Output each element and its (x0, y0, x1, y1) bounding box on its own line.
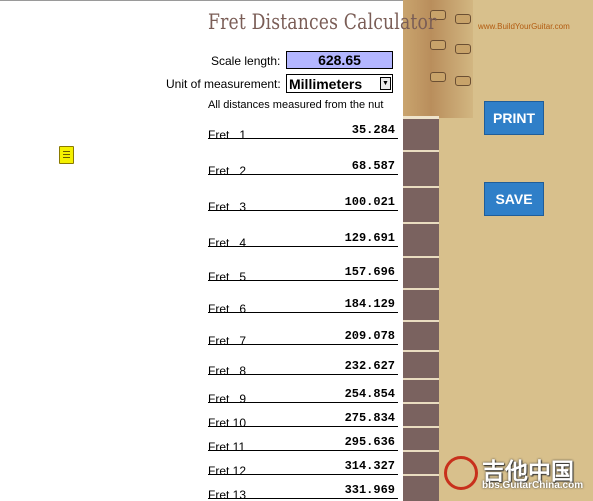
fret-wire (403, 402, 439, 404)
scale-length-input[interactable]: 628.65 (286, 51, 393, 69)
fret-wire (403, 350, 439, 352)
fret-row: 184.129 Fret 6 (208, 293, 398, 323)
fret-wire (403, 150, 439, 152)
fret-row: 100.021 Fret 3 (208, 191, 398, 221)
fret-label: Fret 7 (208, 334, 247, 348)
page: www.BuildYourGuitar.com PRINT SAVE Fret … (0, 0, 593, 501)
fret-distance-value: 275.834 (344, 411, 395, 425)
unit-label: Unit of measurement: (166, 77, 281, 91)
page-title: Fret Distances Calculator (208, 10, 437, 34)
fret-wire (403, 186, 439, 188)
distance-note: All distances measured from the nut (208, 99, 384, 111)
print-button[interactable]: PRINT (484, 101, 544, 135)
fret-wire (403, 474, 439, 476)
fret-row: 35.284 Fret 1 (208, 119, 398, 149)
fret-wire (403, 320, 439, 322)
fret-label: Fret 12 (208, 464, 247, 478)
fret-distance-value: 157.696 (344, 265, 395, 279)
tuner-peg-icon (430, 72, 446, 82)
tuner-peg-icon (430, 40, 446, 50)
fret-label: Fret 6 (208, 302, 247, 316)
unit-select-value: Millimeters (289, 75, 363, 92)
fret-distance-value: 295.636 (344, 435, 395, 449)
fret-label: Fret 2 (208, 164, 247, 178)
fret-distance-value: 184.129 (344, 297, 395, 311)
fret-distance-value: 129.691 (344, 231, 395, 245)
fret-wire (403, 450, 439, 452)
tuner-peg-icon (455, 14, 471, 24)
fret-label: Fret 13 (208, 488, 247, 501)
fret-label: Fret 1 (208, 128, 247, 142)
watermark-url: bbs.GuitarChina.com (482, 480, 584, 491)
fret-wire (403, 378, 439, 380)
fret-row: 209.078 Fret 7 (208, 325, 398, 355)
fret-distance-value: 331.969 (344, 483, 395, 497)
fret-distance-value: 254.854 (344, 387, 395, 401)
fret-wire (403, 222, 439, 224)
fret-label: Fret 3 (208, 200, 247, 214)
fret-distance-value: 314.327 (344, 459, 395, 473)
fret-row: 331.969 Fret 13 (208, 479, 398, 501)
fret-row: 232.627 Fret 8 (208, 355, 398, 385)
scale-length-label: Scale length: (211, 54, 281, 68)
fret-wire (403, 256, 439, 258)
fret-distance-value: 100.021 (344, 195, 395, 209)
fret-label: Fret 4 (208, 236, 247, 250)
watermark: 吉他中国 bbs.GuitarChina.com (444, 452, 590, 498)
save-button[interactable]: SAVE (484, 182, 544, 216)
fret-distance-value: 232.627 (344, 359, 395, 373)
tuner-peg-icon (455, 76, 471, 86)
fret-wire (403, 426, 439, 428)
chevron-down-icon[interactable]: ▼ (380, 77, 391, 90)
fret-label: Fret 8 (208, 364, 247, 378)
sticky-note-icon[interactable] (59, 146, 74, 164)
fret-row: 68.587 Fret 2 (208, 155, 398, 185)
fret-row: 129.691 Fret 4 (208, 227, 398, 257)
tuner-peg-icon (455, 44, 471, 54)
fret-label: Fret 5 (208, 270, 247, 284)
fret-label: Fret 9 (208, 392, 247, 406)
unit-select[interactable]: Millimeters ▼ (286, 74, 393, 93)
brand-url[interactable]: www.BuildYourGuitar.com (478, 22, 570, 31)
guitar-fretboard (403, 118, 439, 501)
fret-distance-value: 68.587 (351, 159, 395, 173)
fret-label: Fret 11 (208, 440, 246, 454)
fret-distance-value: 35.284 (351, 123, 395, 137)
guitar-logo-icon (444, 456, 478, 490)
fret-distance-value: 209.078 (344, 329, 395, 343)
fret-wire (403, 288, 439, 290)
fret-label: Fret 10 (208, 416, 247, 430)
guitar-nut (403, 116, 439, 119)
fret-row: 157.696 Fret 5 (208, 261, 398, 291)
